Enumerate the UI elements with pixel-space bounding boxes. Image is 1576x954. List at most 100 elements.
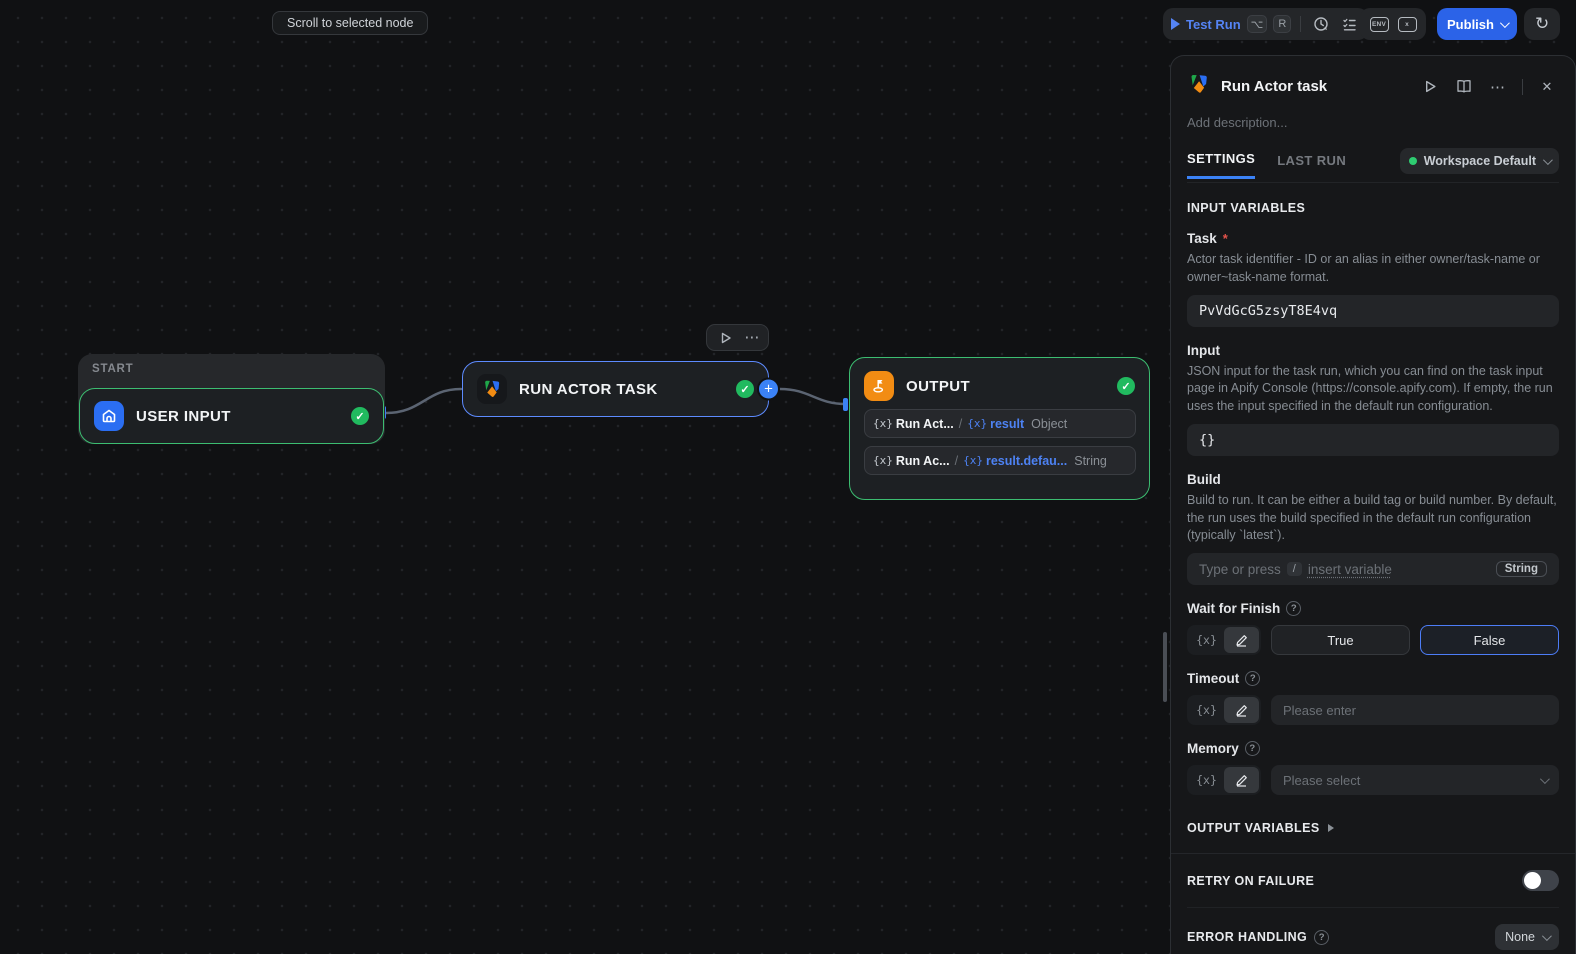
- description-input[interactable]: Add description...: [1187, 115, 1559, 130]
- tab-settings[interactable]: SETTINGS: [1187, 151, 1256, 179]
- chevron-down-icon: [1499, 17, 1510, 28]
- shortcut-modifier-key: ⌥: [1246, 15, 1268, 33]
- apify-icon: [1187, 72, 1211, 101]
- section-divider: [1171, 853, 1575, 854]
- task-label: Task: [1187, 231, 1217, 246]
- variable-source: Run Act...: [895, 416, 954, 431]
- value-mode-toggle: {x}: [1187, 695, 1261, 725]
- path-separator: /: [958, 416, 963, 431]
- panel-title: Run Actor task: [1221, 78, 1328, 95]
- workspace-selector[interactable]: Workspace Default: [1399, 148, 1559, 174]
- edit-mode-button[interactable]: [1224, 627, 1259, 653]
- help-icon[interactable]: [1244, 741, 1260, 756]
- slash-key-icon: /: [1286, 562, 1302, 576]
- test-run-toolbar-group: Test Run ⌥ R: [1163, 8, 1369, 40]
- variable-icon: {x}: [967, 417, 988, 430]
- toggle-knob: [1524, 872, 1541, 889]
- success-check-icon: [351, 407, 369, 425]
- input-label: Input: [1187, 342, 1220, 358]
- variable-source: Run Ac...: [895, 453, 950, 468]
- expand-triangle-icon: [1327, 824, 1334, 832]
- memory-label: Memory: [1187, 741, 1239, 756]
- version-history-button[interactable]: ↺: [1524, 8, 1560, 40]
- wait-true-button[interactable]: True: [1271, 625, 1410, 655]
- chevron-down-icon: [1541, 930, 1552, 941]
- build-input[interactable]: Type or press / insert variable String: [1187, 553, 1559, 585]
- type-badge: String: [1495, 561, 1547, 577]
- node-output[interactable]: OUTPUT {x}Run Act... / {x}result Object …: [849, 357, 1150, 500]
- timeout-input[interactable]: Please enter: [1271, 695, 1559, 725]
- panel-resize-handle[interactable]: [1163, 632, 1167, 702]
- scroll-to-node-tooltip: Scroll to selected node: [272, 11, 429, 35]
- checklist-icon[interactable]: [1338, 13, 1360, 35]
- close-icon[interactable]: [1535, 75, 1559, 99]
- node-user-input[interactable]: USER INPUT: [79, 388, 384, 444]
- header-divider: [1522, 78, 1523, 95]
- build-description: Build to run. It can be either a build t…: [1187, 492, 1557, 543]
- variable-type: String: [1074, 453, 1107, 468]
- task-input[interactable]: PvVdGcG5zsyT8E4vq: [1187, 294, 1559, 327]
- node-run-actor-task[interactable]: RUN ACTOR TASK: [462, 361, 780, 417]
- placeholder-text: Please enter: [1283, 702, 1356, 718]
- chevron-down-icon: [1542, 154, 1553, 165]
- add-next-node-button[interactable]: [757, 377, 780, 401]
- placeholder-text: Please select: [1283, 772, 1361, 788]
- history-icon: ↺: [1534, 14, 1550, 33]
- help-icon[interactable]: [1314, 929, 1330, 945]
- variable-type: Object: [1031, 416, 1068, 431]
- scroll-to-node-label: Scroll to selected node: [287, 16, 414, 30]
- run-history-icon[interactable]: [1310, 13, 1332, 35]
- docs-icon[interactable]: [1452, 75, 1476, 99]
- variable-path: result.defau...: [985, 453, 1068, 468]
- env-variables-icon[interactable]: ENV: [1368, 13, 1390, 35]
- variables-icon[interactable]: x: [1396, 13, 1418, 35]
- node-more-icon[interactable]: [744, 328, 760, 347]
- env-toolbar-group: ENV x: [1360, 8, 1426, 40]
- wait-false-button[interactable]: False: [1420, 625, 1559, 655]
- publish-button[interactable]: Publish: [1437, 8, 1517, 40]
- run-node-icon[interactable]: [1418, 75, 1442, 99]
- output-variables-section-toggle[interactable]: OUTPUT VARIABLES: [1187, 821, 1559, 835]
- help-icon[interactable]: [1245, 671, 1261, 686]
- workspace-status-dot: [1408, 157, 1417, 165]
- insert-variable-link[interactable]: insert variable: [1308, 562, 1392, 577]
- memory-select[interactable]: Please select: [1271, 765, 1559, 795]
- edit-mode-button[interactable]: [1224, 697, 1259, 723]
- retry-toggle[interactable]: [1522, 870, 1559, 891]
- run-node-icon[interactable]: [715, 327, 737, 349]
- output-variable-row[interactable]: {x} Run Ac... / {x} result.defau... String: [864, 446, 1136, 475]
- flag-icon: [864, 371, 894, 401]
- variable-icon: {x}: [963, 454, 983, 467]
- timeout-label: Timeout: [1187, 671, 1240, 686]
- output-variable-row[interactable]: {x} Run Act... / {x} result Object: [864, 409, 1136, 438]
- panel-more-icon[interactable]: [1486, 75, 1510, 99]
- error-handling-heading: ERROR HANDLING: [1187, 930, 1308, 944]
- error-handling-select[interactable]: None: [1495, 924, 1559, 950]
- start-group-label: START: [92, 363, 134, 375]
- node-title: USER INPUT: [136, 407, 231, 425]
- required-mark: *: [1222, 231, 1228, 246]
- play-icon[interactable]: [1171, 18, 1180, 30]
- edit-mode-button[interactable]: [1224, 767, 1259, 793]
- home-icon: [94, 401, 124, 431]
- variable-mode-button[interactable]: {x}: [1189, 627, 1224, 653]
- variable-path: result: [990, 416, 1025, 431]
- chevron-down-icon: [1539, 773, 1550, 784]
- tab-last-run[interactable]: LAST RUN: [1277, 153, 1346, 178]
- value-mode-toggle: {x}: [1187, 625, 1261, 655]
- test-run-button[interactable]: Test Run: [1186, 17, 1241, 32]
- section-divider: [1187, 907, 1559, 908]
- variable-icon: {x}: [873, 417, 893, 430]
- task-description: Actor task identifier - ID or an alias i…: [1187, 252, 1540, 284]
- help-icon[interactable]: [1286, 601, 1302, 616]
- path-separator: /: [954, 453, 959, 468]
- node-config-panel: Run Actor task Add description... SETTIN…: [1170, 55, 1576, 954]
- variable-mode-button[interactable]: {x}: [1189, 697, 1224, 723]
- input-description: JSON input for the task run, which you c…: [1187, 363, 1553, 414]
- value-mode-toggle: {x}: [1187, 765, 1261, 795]
- apify-icon: [477, 374, 507, 404]
- input-json-input[interactable]: {}: [1187, 423, 1559, 456]
- placeholder-text: Type or press: [1199, 561, 1281, 577]
- shortcut-letter-key: R: [1273, 15, 1292, 33]
- variable-mode-button[interactable]: {x}: [1189, 767, 1224, 793]
